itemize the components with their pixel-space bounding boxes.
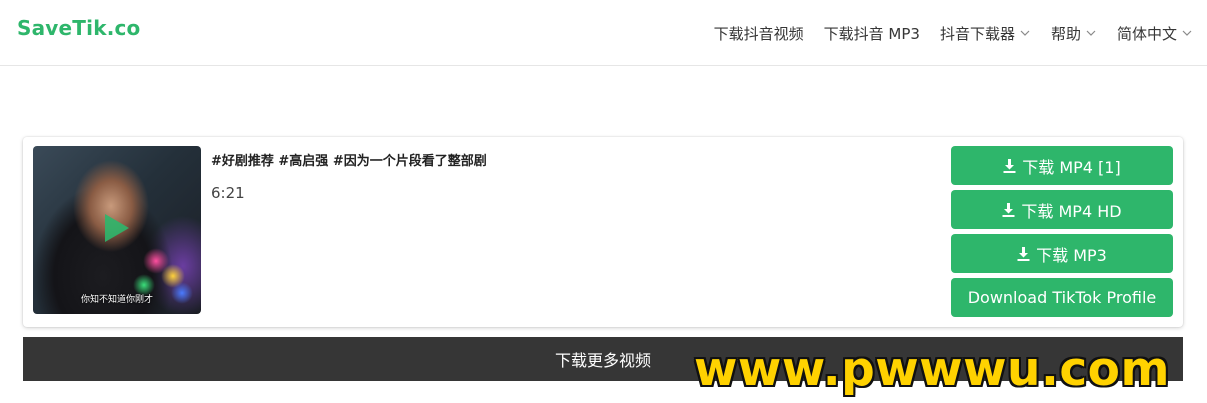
- chevron-down-icon: [1085, 27, 1097, 39]
- top-navbar: SaveTik.co 下载抖音视频 下载抖音 MP3 抖音下载器 帮助 简体中文: [0, 0, 1207, 66]
- watermark-text: www.pwwwu.com: [694, 342, 1170, 397]
- nav-item-downloader-menu[interactable]: 抖音下载器: [940, 23, 1031, 44]
- button-label: Download TikTok Profile: [967, 288, 1157, 307]
- button-label: 下载 MP4 [1]: [1022, 157, 1121, 177]
- nav-item-label: 帮助: [1050, 24, 1081, 43]
- button-label: 下载更多视频: [554, 351, 651, 370]
- nav-item-help-menu[interactable]: 帮助: [1051, 23, 1097, 44]
- nav-item-label: 下载抖音 MP3: [823, 24, 920, 43]
- video-thumbnail[interactable]: 你知不知道你刚才: [33, 146, 201, 314]
- nav-item-label: 下载抖音视频: [713, 24, 804, 43]
- nav-item-download-video[interactable]: 下载抖音视频: [714, 23, 804, 44]
- nav-item-language-menu[interactable]: 简体中文: [1117, 23, 1193, 44]
- video-result-card: 你知不知道你刚才 #好剧推荐 #高启强 #因为一个片段看了整部剧 6:21 下载…: [23, 137, 1183, 327]
- download-profile-button[interactable]: Download TikTok Profile: [951, 278, 1173, 317]
- download-mp3-button[interactable]: 下载 MP3: [951, 234, 1173, 273]
- download-icon: [1017, 246, 1030, 261]
- video-duration: 6:21: [211, 184, 245, 202]
- main-nav: 下载抖音视频 下载抖音 MP3 抖音下载器 帮助 简体中文: [714, 22, 1193, 44]
- nav-item-label: 抖音下载器: [939, 24, 1015, 43]
- download-icon: [1002, 202, 1015, 217]
- download-mp4-button[interactable]: 下载 MP4 [1]: [951, 146, 1173, 185]
- download-mp4-hd-button[interactable]: 下载 MP4 HD: [951, 190, 1173, 229]
- site-logo[interactable]: SaveTik.co: [17, 16, 141, 40]
- chevron-down-icon: [1181, 27, 1193, 39]
- play-icon[interactable]: [103, 212, 131, 244]
- button-label: 下载 MP4 HD: [1021, 201, 1122, 221]
- logo-text: SaveTik.co: [17, 16, 141, 40]
- video-title: #好剧推荐 #高启强 #因为一个片段看了整部剧: [211, 154, 487, 169]
- button-label: 下载 MP3: [1036, 245, 1107, 265]
- chevron-down-icon: [1019, 27, 1031, 39]
- download-icon: [1003, 158, 1016, 173]
- nav-item-download-mp3[interactable]: 下载抖音 MP3: [824, 23, 920, 44]
- thumbnail-caption: 你知不知道你刚才: [80, 295, 153, 305]
- nav-item-label: 简体中文: [1116, 24, 1177, 43]
